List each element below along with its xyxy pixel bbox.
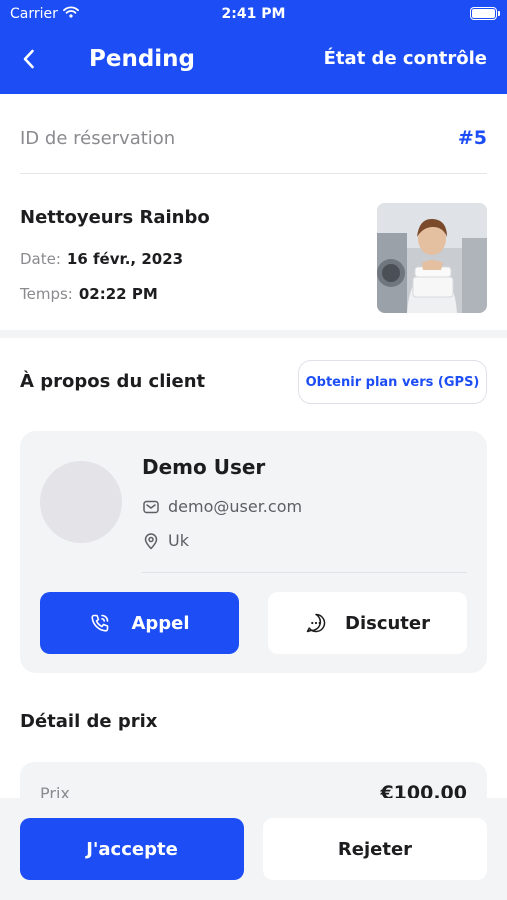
bottom-action-bar: J'accepte Rejeter bbox=[0, 798, 507, 900]
client-location-row: Uk bbox=[142, 531, 189, 550]
service-provider-name: Nettoyeurs Rainbo bbox=[20, 207, 210, 228]
control-state-button[interactable]: État de contrôle bbox=[324, 48, 487, 69]
client-location: Uk bbox=[168, 531, 189, 550]
time-value: 02:22 PM bbox=[78, 285, 158, 303]
location-pin-icon bbox=[144, 532, 158, 549]
booking-id-row: ID de réservation #5 bbox=[20, 122, 487, 174]
price-section-title: Détail de prix bbox=[20, 711, 158, 732]
chevron-left-icon bbox=[23, 49, 34, 69]
divider bbox=[142, 572, 467, 573]
accept-button[interactable]: J'accepte bbox=[20, 818, 244, 880]
status-time: 2:41 PM bbox=[221, 6, 286, 22]
client-card: Demo User demo@user.com Uk Appel Discute… bbox=[20, 431, 487, 673]
call-label: Appel bbox=[131, 612, 190, 634]
page-title: Pending bbox=[89, 46, 196, 72]
chat-bubble-icon bbox=[306, 613, 326, 633]
service-photo bbox=[377, 203, 487, 313]
phone-icon bbox=[91, 614, 109, 632]
chat-button[interactable]: Discuter bbox=[268, 592, 467, 654]
reject-button[interactable]: Rejeter bbox=[263, 818, 487, 880]
client-email: demo@user.com bbox=[168, 497, 303, 516]
gps-directions-button[interactable]: Obtenir plan vers (GPS) bbox=[298, 360, 487, 404]
back-button[interactable] bbox=[14, 44, 44, 74]
date-value: 16 févr., 2023 bbox=[66, 250, 184, 268]
app-header: Carrier 2:41 PM Pending État de contrôle bbox=[0, 0, 507, 94]
date-label: Date: bbox=[20, 250, 61, 268]
avatar bbox=[40, 461, 122, 543]
battery-icon bbox=[470, 7, 500, 20]
nav-bar: Pending État de contrôle bbox=[0, 38, 507, 84]
section-divider bbox=[0, 330, 507, 338]
mail-icon bbox=[143, 500, 159, 513]
status-bar: Carrier 2:41 PM bbox=[0, 0, 507, 28]
service-date-row: Date: 16 févr., 2023 bbox=[20, 250, 183, 268]
chat-label: Discuter bbox=[345, 612, 430, 634]
client-email-row: demo@user.com bbox=[142, 497, 302, 516]
client-name: Demo User bbox=[142, 455, 266, 479]
call-button[interactable]: Appel bbox=[40, 592, 239, 654]
time-label: Temps: bbox=[20, 285, 73, 303]
booking-id-label: ID de réservation bbox=[20, 128, 176, 149]
client-section-title: À propos du client bbox=[20, 371, 206, 392]
booking-id-value: #5 bbox=[457, 127, 487, 149]
service-time-row: Temps: 02:22 PM bbox=[20, 285, 158, 303]
